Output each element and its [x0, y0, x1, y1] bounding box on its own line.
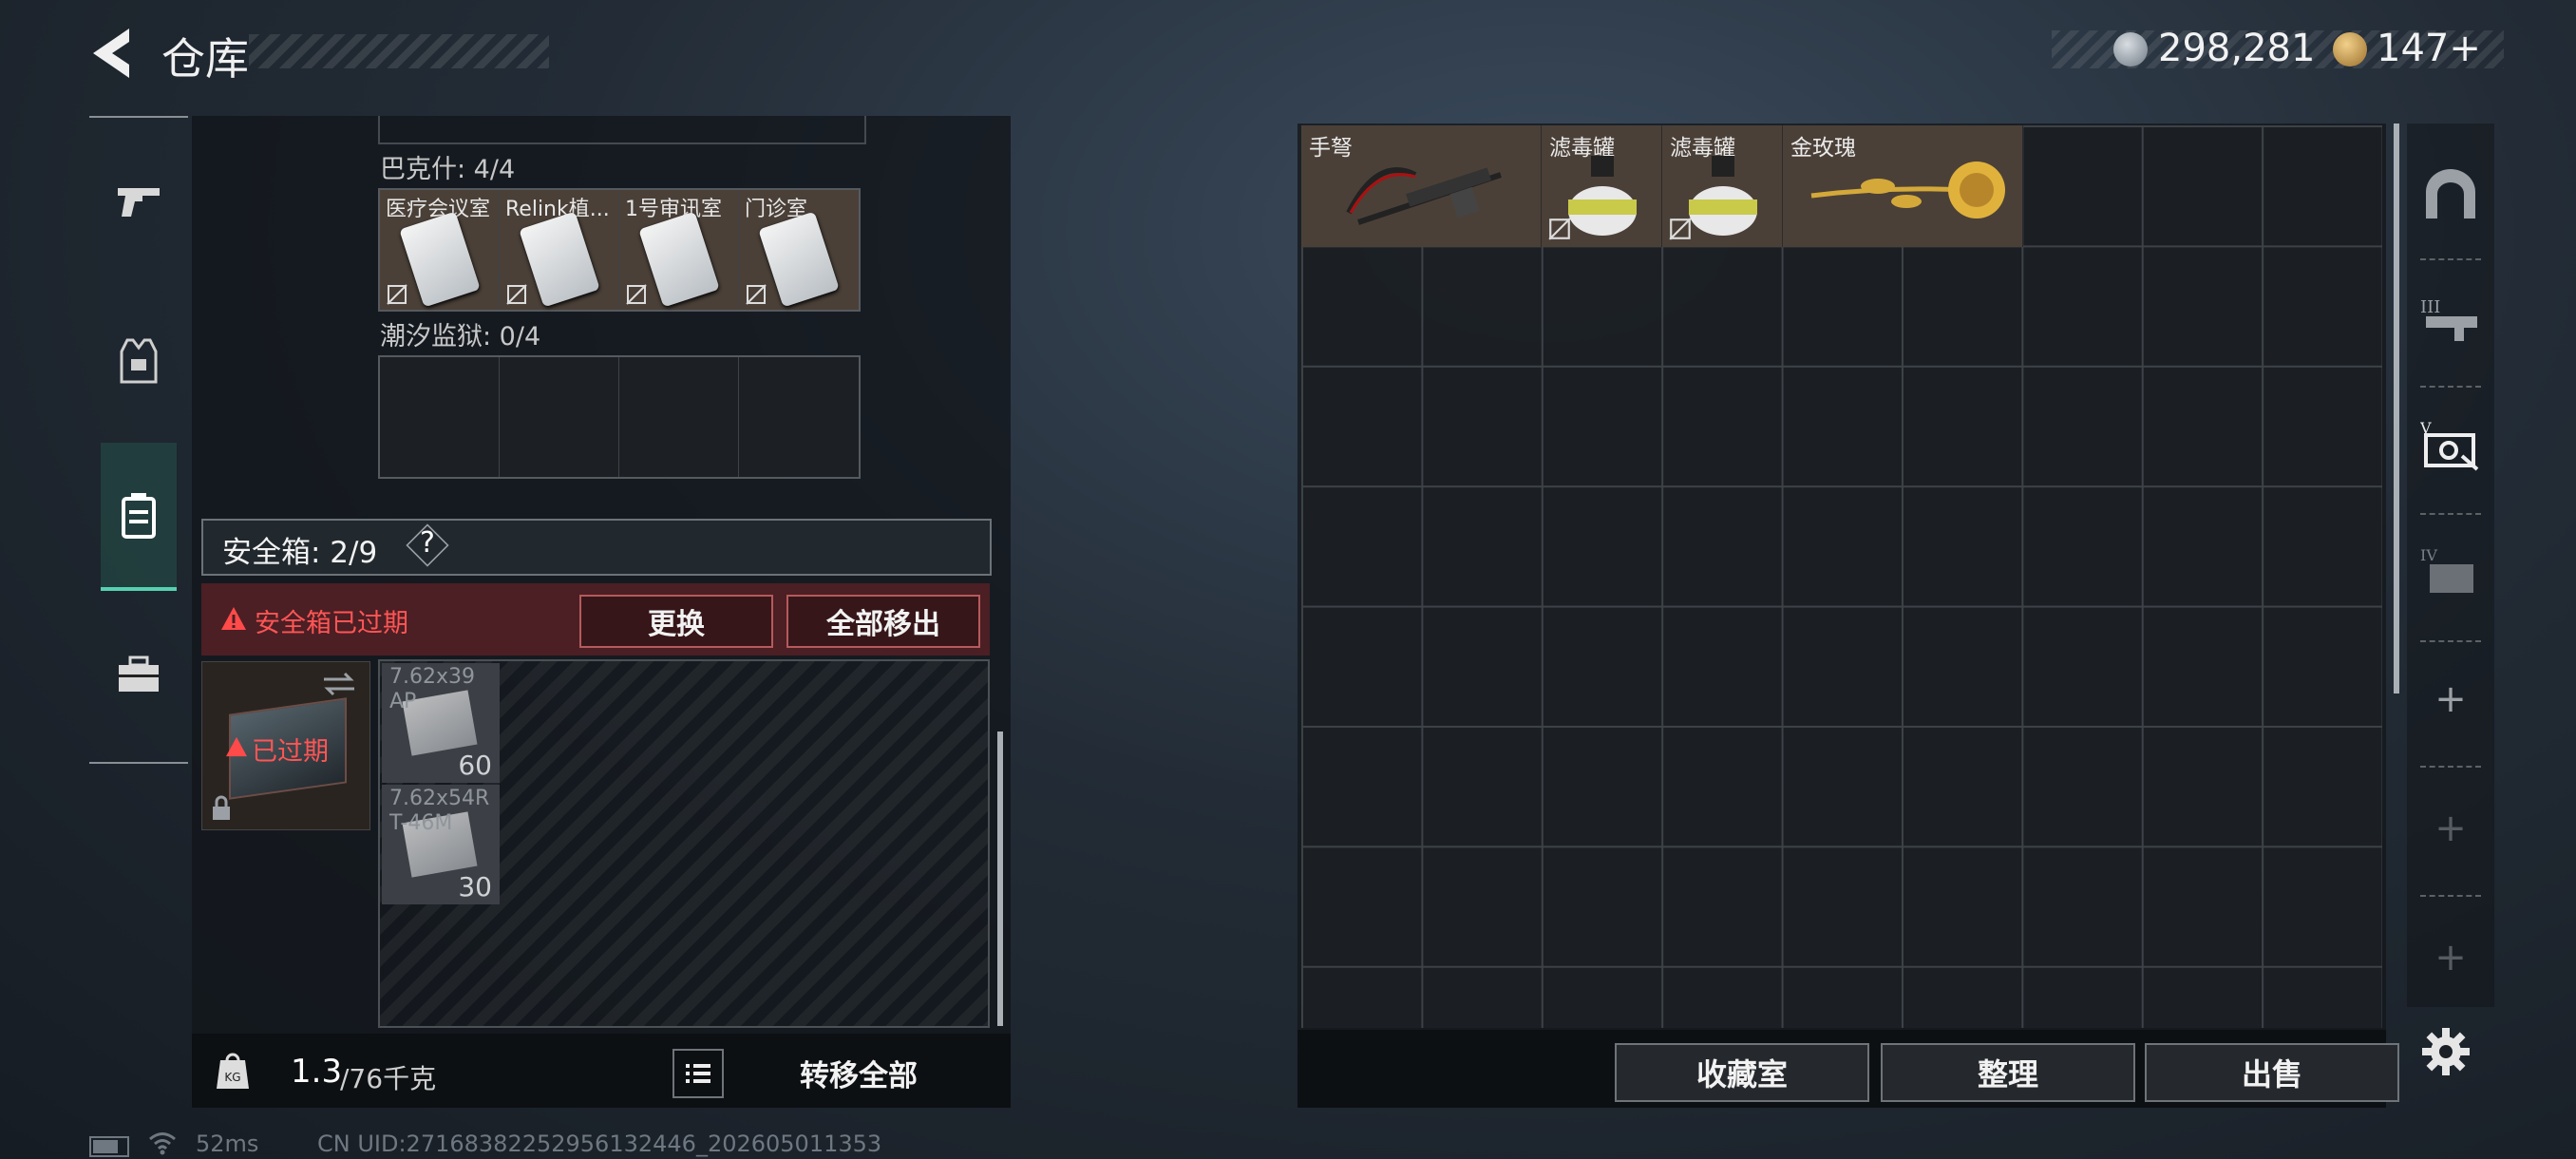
ammo-count: 60: [458, 750, 492, 781]
previous-key-row: [378, 116, 866, 144]
no-insure-icon: [387, 284, 407, 305]
ammo-item[interactable]: 7.62x54R T-46M 30: [382, 785, 500, 904]
user-uid: CN UID:27168382252956132446_202605011353: [317, 1130, 882, 1157]
safebox-item[interactable]: 已过期: [201, 661, 370, 830]
keycard-icon: [758, 211, 840, 308]
empty-slot[interactable]: [619, 357, 739, 477]
key-grid-1: 医疗会议室 Relink植... 1号审讯室 门诊室: [378, 188, 861, 312]
svg-text:IV: IV: [2420, 546, 2437, 564]
ammo-name: 7.62x39: [389, 665, 475, 689]
storage-grid[interactable]: [1301, 125, 2382, 1028]
storage-item[interactable]: 金玫瑰: [1783, 125, 2023, 247]
gold-currency-value[interactable]: 147+: [2377, 27, 2481, 70]
vault-icon[interactable]: [2416, 160, 2485, 228]
key-card-slot[interactable]: 1号审讯室: [619, 190, 739, 310]
left-footer: KG 1.3 /76千克 转移全部: [192, 1034, 1011, 1108]
no-insure-icon: [1669, 218, 1692, 240]
keycard-icon: [519, 211, 600, 308]
vest-icon[interactable]: [101, 323, 177, 399]
wifi-icon: [149, 1132, 176, 1155]
transfer-all-button[interactable]: 转移全部: [724, 1049, 994, 1096]
gear-storage-icon[interactable]: V: [2416, 410, 2485, 479]
right-nav: III V IV + + +: [2407, 124, 2494, 1007]
key-group-label: 巴克什: 4/4: [380, 155, 516, 184]
back-arrow-icon[interactable]: [87, 27, 135, 80]
ammo-type: T-46M: [389, 811, 453, 835]
silver-currency-value: 298,281: [2158, 27, 2316, 70]
box-storage-icon[interactable]: IV: [2416, 538, 2485, 606]
warning-icon: [221, 607, 246, 630]
safebox-header: 安全箱: 2/9 ?: [201, 519, 992, 576]
filter-canister-icon: [1568, 156, 1637, 236]
empty-slot[interactable]: [380, 357, 500, 477]
ping-readout: 52ms: [196, 1130, 259, 1157]
battery-icon: [89, 1136, 129, 1157]
empty-slot[interactable]: [500, 357, 619, 477]
key-card-slot[interactable]: Relink植...: [500, 190, 619, 310]
warning-icon: [226, 736, 247, 757]
help-icon[interactable]: ?: [420, 526, 435, 560]
ammo-count: 30: [458, 871, 492, 902]
expired-badge: 已过期: [252, 737, 329, 767]
storage-item[interactable]: 手弩: [1301, 125, 1542, 247]
expired-notice: 安全箱已过期: [255, 609, 408, 638]
safebox-capacity: 安全箱: 2/9: [222, 536, 378, 570]
ammo-type: AP: [389, 690, 417, 713]
ammo-item[interactable]: 7.62x39 AP 60: [382, 663, 500, 783]
keycard-icon: [399, 211, 481, 308]
filter-canister-icon: [1689, 156, 1757, 236]
weight-current: 1.3: [291, 1053, 343, 1091]
sell-button[interactable]: 出售: [2145, 1043, 2399, 1102]
weight-icon: KG: [217, 1053, 249, 1089]
storage-item[interactable]: 滤毒罐: [1662, 125, 1783, 247]
keycard-icon: [638, 211, 720, 308]
add-slot-button[interactable]: +: [2416, 923, 2485, 992]
expired-alert: 安全箱已过期 更换 全部移出: [201, 583, 990, 656]
golden-rose-icon: [1810, 162, 2005, 218]
no-insure-icon: [1548, 218, 1571, 240]
empty-slot[interactable]: [739, 357, 859, 477]
no-insure-icon: [746, 284, 767, 305]
scrollbar[interactable]: [2394, 124, 2399, 694]
svg-text:KG: KG: [224, 1071, 240, 1084]
key-grid-2: [378, 355, 861, 479]
crossbow-icon: [1346, 167, 1502, 225]
pistol-icon[interactable]: [101, 163, 177, 239]
lock-icon: [213, 795, 230, 820]
title-decoration: [249, 34, 549, 68]
toolbox-icon[interactable]: [101, 636, 177, 712]
gold-coin-icon: [2333, 32, 2367, 66]
swap-icon[interactable]: [322, 672, 356, 696]
weapon-storage-icon[interactable]: III: [2416, 285, 2485, 353]
replace-button[interactable]: 更换: [579, 595, 773, 648]
key-card-slot[interactable]: 医疗会议室: [380, 190, 500, 310]
ammo-name: 7.62x54R: [389, 787, 490, 810]
page-title: 仓库: [161, 33, 249, 85]
svg-text:III: III: [2420, 297, 2440, 317]
weight-max: /76千克: [340, 1063, 437, 1094]
key-group-label: 潮汐监狱: 0/4: [380, 322, 541, 352]
silver-coin-icon: [2113, 32, 2148, 66]
no-insure-icon: [626, 284, 647, 305]
sort-button[interactable]: 整理: [1881, 1043, 2135, 1102]
move-all-out-button[interactable]: 全部移出: [786, 595, 980, 648]
storage-item[interactable]: 滤毒罐: [1542, 125, 1662, 247]
gear-icon[interactable]: [2420, 1026, 2472, 1077]
scrollbar[interactable]: [997, 732, 1003, 1026]
add-slot-button[interactable]: +: [2416, 665, 2485, 733]
case-icon[interactable]: [101, 477, 177, 553]
key-card-slot[interactable]: 门诊室: [739, 190, 859, 310]
safebox-grid: 7.62x39 AP 60 7.62x54R T-46M 30: [378, 659, 990, 1028]
list-icon[interactable]: [672, 1049, 724, 1098]
left-nav: [89, 116, 188, 764]
collection-room-button[interactable]: 收藏室: [1615, 1043, 1869, 1102]
add-slot-button[interactable]: +: [2416, 794, 2485, 863]
no-insure-icon: [506, 284, 527, 305]
